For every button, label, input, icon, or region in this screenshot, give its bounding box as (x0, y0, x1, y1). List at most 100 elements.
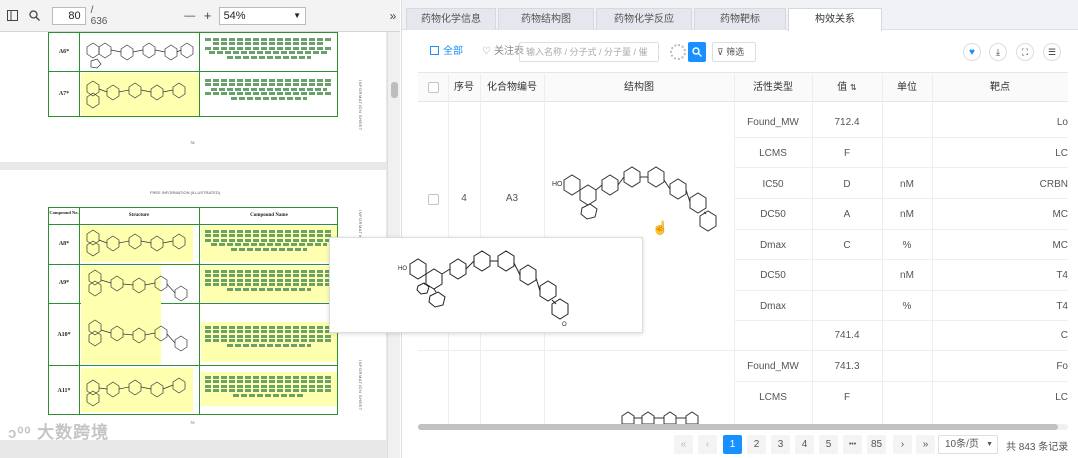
first-page-button[interactable]: « (674, 435, 693, 454)
compound-name-text (201, 36, 337, 60)
activity-target: C (1060, 330, 1068, 341)
compound-name-text (201, 268, 337, 292)
page-2-button[interactable]: 2 (747, 435, 766, 454)
page-size-select[interactable]: 10条/页 ▼ (938, 435, 998, 454)
search-icon[interactable] (28, 9, 42, 23)
tab-target[interactable]: 药物靶标 (694, 8, 786, 30)
gear-icon[interactable] (670, 44, 686, 60)
fullscreen-icon[interactable]: ⛶ (1016, 43, 1034, 61)
compound-name-text (201, 324, 337, 348)
col-structure[interactable]: 结构图 (544, 73, 734, 102)
column-settings-icon[interactable]: ☰ (1043, 43, 1061, 61)
watermark-logo: ↄ⁰⁰ 大数跨境 (8, 423, 110, 442)
zoom-value: 54% (223, 9, 246, 22)
row-checkbox[interactable] (428, 194, 439, 205)
next-page-button[interactable]: › (893, 435, 912, 454)
structure-image[interactable]: HO (550, 160, 730, 240)
activity-target: MC (1052, 209, 1068, 220)
pagination: « ‹ 1 2 3 4 5 ••• 85 › » 10条/页 ▼ 共 843 条… (402, 434, 1078, 456)
activity-value: A (843, 209, 851, 220)
follow-list-button[interactable]: ♡ 关注表 (482, 41, 524, 63)
activity-value: F (843, 148, 851, 159)
table-header-structure: Structure (128, 213, 150, 218)
select-all-checkbox[interactable] (428, 82, 439, 93)
activity-value: C (843, 240, 851, 251)
structure-image (88, 269, 188, 352)
filter-button[interactable]: ⊽ 筛选 (712, 42, 756, 62)
col-seq[interactable]: 序号 (448, 73, 480, 102)
activity-target: LC (1055, 392, 1068, 403)
last-page-button[interactable]: » (916, 435, 935, 454)
tab-reaction[interactable]: 药物化学反应 (596, 8, 692, 30)
activity-target: Fo (1056, 361, 1068, 372)
page-3-button[interactable]: 3 (771, 435, 790, 454)
total-pages: / 636 (90, 4, 108, 27)
activity-target: LC (1055, 148, 1068, 159)
svg-text:HO: HO (552, 181, 563, 188)
structure-image (86, 229, 186, 257)
all-button[interactable]: 全部 (430, 41, 463, 63)
pdf-viewer: 80 / 636 — + 54% ▼ » A6* A7* INFORMATION… (0, 0, 400, 458)
svg-text:O: O (562, 322, 567, 328)
activity-unit: nM (900, 270, 914, 281)
search-button[interactable] (688, 42, 706, 62)
download-icon[interactable]: ⤓ (989, 43, 1007, 61)
page-85-button[interactable]: 85 (867, 435, 886, 454)
activity-target: T4 (1056, 301, 1068, 312)
zoom-out-button[interactable]: — (183, 9, 197, 23)
col-compound-id[interactable]: 化合物编号 (480, 73, 544, 102)
table-horizontal-scrollbar[interactable] (418, 424, 1068, 430)
activity-unit: % (902, 240, 912, 251)
activity-type: DC50 (760, 270, 786, 281)
tab-bar: 药物化学信息 药物结构图 药物化学反应 药物靶标 构效关系 (402, 0, 1078, 31)
prev-page-button[interactable]: ‹ (698, 435, 717, 454)
compound-id: A6* (58, 49, 70, 55)
grid-icon (430, 46, 439, 55)
more-pages-button[interactable]: ••• (843, 435, 862, 454)
page-number-input[interactable]: 80 (51, 6, 86, 25)
tab-chemistry-info[interactable]: 药物化学信息 (406, 8, 496, 30)
activity-unit: % (902, 301, 912, 312)
compound-name-text (201, 77, 337, 101)
table-header: 序号 化合物编号 结构图 活性类型 值 ⇅ 单位 靶点 (418, 72, 1068, 102)
compound-name-text (201, 228, 337, 252)
col-unit[interactable]: 单位 (882, 73, 932, 102)
col-target[interactable]: 靶点 (932, 73, 1068, 102)
pdf-toolbar: 80 / 636 — + 54% ▼ » (0, 0, 400, 32)
page-footer: 78 (190, 140, 195, 145)
page-5-button[interactable]: 5 (819, 435, 838, 454)
expand-panel-icon[interactable]: » (386, 9, 400, 23)
favorite-button[interactable]: ♥ (963, 43, 981, 61)
structure-image: HO O (398, 250, 569, 328)
row-compound-id: A3 (505, 193, 519, 204)
compound-id: A7* (58, 91, 70, 97)
col-activity-type[interactable]: 活性类型 (734, 73, 812, 102)
pdf-page-78: A6* A7* INFORMATION SHEET 78 (0, 32, 386, 162)
activity-type: DC50 (760, 209, 786, 220)
tab-structure[interactable]: 药物结构图 (498, 8, 594, 30)
page-1-button[interactable]: 1 (723, 435, 742, 454)
sort-icon: ⇅ (850, 83, 857, 92)
zoom-in-button[interactable]: + (201, 8, 215, 23)
tab-sar[interactable]: 构效关系 (788, 8, 882, 31)
activity-unit: nM (900, 209, 914, 220)
col-value[interactable]: 值 ⇅ (812, 73, 882, 102)
screen: 80 / 636 — + 54% ▼ » A6* A7* INFORMATION… (0, 0, 1078, 458)
page-side-text: INFORMATION SHEET (358, 80, 363, 131)
svg-text:HO: HO (398, 266, 407, 272)
page-4-button[interactable]: 4 (795, 435, 814, 454)
zoom-select[interactable]: 54% ▼ (218, 6, 307, 25)
activity-unit: nM (900, 179, 914, 190)
activity-value: D (843, 179, 851, 190)
compound-table-p78: A6* A7* (48, 32, 338, 117)
compound-id: A10* (57, 332, 71, 338)
compound-id: A11* (57, 388, 71, 394)
activity-type: LCMS (759, 148, 787, 159)
chevron-down-icon: ▼ (986, 441, 993, 448)
search-input[interactable]: 输入名称 / 分子式 / 分子量 / 催 (519, 42, 659, 62)
structure-image (86, 80, 186, 109)
heart-outline-icon: ♡ (482, 46, 491, 57)
sidebar-toggle-icon[interactable] (6, 9, 20, 23)
logo-icon: ↄ⁰⁰ (8, 425, 32, 442)
table-header-compound-name: Compound Name (250, 213, 288, 218)
